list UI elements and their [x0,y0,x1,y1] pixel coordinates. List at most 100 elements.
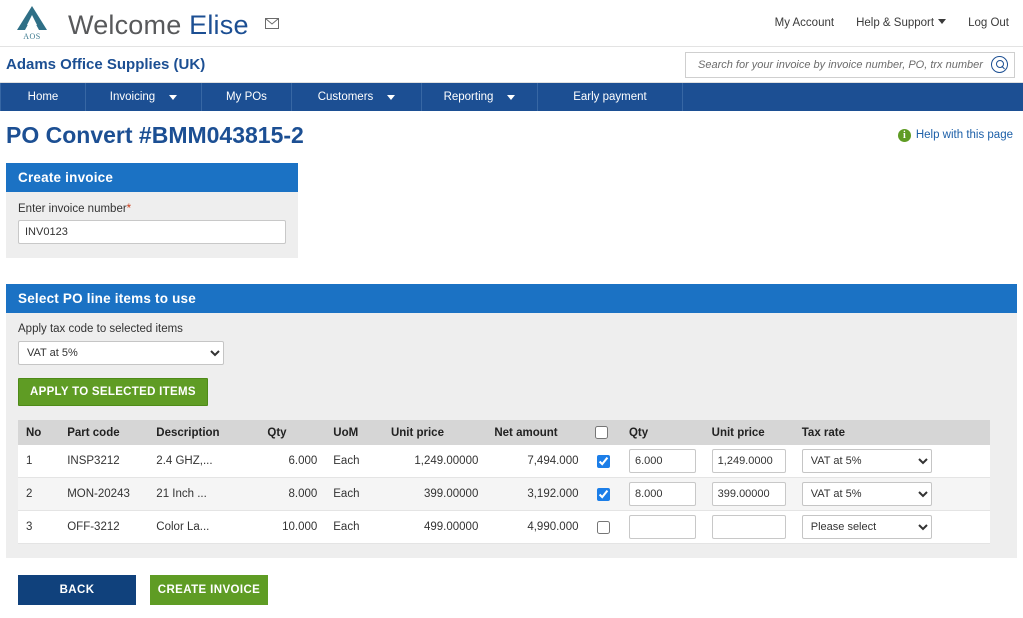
tax-rate-select[interactable]: VAT at 5% [801,449,932,473]
cell-description: 2.4 GHZ,... [148,445,260,478]
help-with-this-page-label: Help with this page [915,129,1013,141]
col-unit-price: Unit price [382,420,487,445]
row-select-checkbox[interactable] [597,520,611,534]
nav-item-home-label: Home [27,91,59,103]
help-with-this-page-link[interactable]: i Help with this page [897,128,1013,142]
col-description: Description [148,420,260,445]
cell-qty: 10.000 [259,510,326,544]
top-bar: AOS Welcome Elise My Account Help & Supp… [0,0,1023,47]
cell-spacer [939,510,990,544]
search-icon[interactable] [991,56,1008,73]
po-line-items-table: No Part code Description Qty UoM Unit pr… [18,420,990,544]
cell-part-code: INSP3212 [59,445,149,478]
page-title: PO Convert #BMM043815-2 [6,121,304,148]
col-spacer [939,420,990,445]
aos-logo[interactable]: AOS [6,1,58,45]
aos-triangle-icon [17,6,47,30]
edit-unit-price-input[interactable] [711,515,786,539]
cell-tax-rate: Please select [793,510,940,544]
col-qty: Qty [259,420,326,445]
nav-item-early-payment-label: Early payment [573,91,647,103]
edit-qty-input[interactable] [628,482,696,506]
nav-item-invoicing[interactable]: Invoicing [86,83,202,111]
cell-net-amount: 4,990.000 [486,510,587,544]
row-select-checkbox[interactable] [597,454,611,468]
nav-item-reporting-label: Reporting [443,91,494,103]
cell-no: 2 [18,477,60,511]
company-bar: Adams Office Supplies (UK) [0,47,1023,83]
envelope-icon[interactable] [265,5,280,36]
tax-rate-select[interactable]: Please select [801,515,932,539]
invoice-number-label: Enter invoice number* [18,203,286,215]
cell-edit-unit-price [703,510,794,544]
edit-unit-price-input[interactable] [711,482,786,506]
create-invoice-panel: Create invoice Enter invoice number* [6,163,298,258]
cell-part-code: OFF-3212 [59,510,149,544]
col-net-amount: Net amount [486,420,587,445]
chevron-down-icon [169,94,178,100]
welcome-text: Welcome Elise [68,5,280,41]
cell-part-code: MON-20243 [59,477,149,511]
cell-edit-qty [620,510,704,544]
nav-item-invoicing-label: Invoicing [109,91,156,103]
edit-qty-input[interactable] [628,515,696,539]
col-part-code: Part code [59,420,149,445]
company-name: Adams Office Supplies (UK) [6,56,206,73]
cell-edit-unit-price [703,477,794,511]
search-input[interactable] [696,57,991,72]
cell-edit-unit-price [703,445,794,478]
nav-item-customers[interactable]: Customers [292,83,422,111]
apply-tax-code-select[interactable]: VAT at 5% [18,341,224,365]
invoice-number-input[interactable] [18,220,286,244]
cell-description: Color La... [148,510,260,544]
search-box[interactable] [685,51,1015,78]
row-select-checkbox[interactable] [597,487,611,501]
table-body: 1 INSP3212 2.4 GHZ,... 6.000 Each 1,249.… [18,445,990,544]
top-links: My Account Help & Support Log Out [775,17,1009,29]
col-no: No [18,420,60,445]
table-row: 3 OFF-3212 Color La... 10.000 Each 499.0… [18,510,990,544]
edit-qty-input[interactable] [628,449,696,473]
select-all-checkbox[interactable] [594,426,608,439]
required-marker: * [126,203,132,215]
tax-rate-select[interactable]: VAT at 5% [801,482,932,506]
col-edit-qty: Qty [620,420,704,445]
welcome-prefix: Welcome [68,10,190,40]
nav-item-reporting[interactable]: Reporting [422,83,538,111]
col-edit-unit-price: Unit price [703,420,794,445]
link-my-account[interactable]: My Account [775,17,834,29]
aos-logo-text: AOS [23,32,41,41]
user-name: Elise [189,10,249,40]
nav-item-my-pos[interactable]: My POs [202,83,292,111]
chevron-down-icon [507,94,516,100]
nav-item-my-pos-label: My POs [226,91,267,103]
chevron-down-icon [387,94,396,100]
cell-tax-rate: VAT at 5% [793,477,940,511]
nav-item-early-payment[interactable]: Early payment [538,83,683,111]
cell-qty: 8.000 [259,477,326,511]
link-help-support[interactable]: Help & Support [856,17,947,29]
cell-select [586,445,621,478]
nav-item-home[interactable]: Home [0,83,86,111]
cell-edit-qty [620,477,704,511]
cell-uom: Each [325,445,383,478]
cell-tax-rate: VAT at 5% [793,445,940,478]
create-invoice-button[interactable]: CREATE INVOICE [150,575,268,605]
cell-unit-price: 1,249.00000 [382,445,487,478]
create-invoice-panel-title: Create invoice [6,163,298,192]
edit-unit-price-input[interactable] [711,449,786,473]
cell-no: 1 [18,445,60,478]
apply-to-selected-items-button[interactable]: APPLY TO SELECTED ITEMS [18,378,208,406]
cell-edit-qty [620,445,704,478]
main-nav: Home Invoicing My POs Customers Reportin… [0,83,1023,111]
select-po-line-items-panel-body: Apply tax code to selected items VAT at … [6,313,1017,558]
back-button[interactable]: BACK [18,575,136,605]
page-title-row: PO Convert #BMM043815-2 i Help with this… [0,111,1023,159]
table-head: No Part code Description Qty UoM Unit pr… [18,420,990,445]
link-log-out[interactable]: Log Out [968,17,1009,29]
cell-spacer [939,445,990,478]
col-select-all [586,420,621,445]
link-help-support-label: Help & Support [856,17,935,29]
cell-net-amount: 3,192.000 [486,477,587,511]
cell-net-amount: 7,494.000 [486,445,587,478]
